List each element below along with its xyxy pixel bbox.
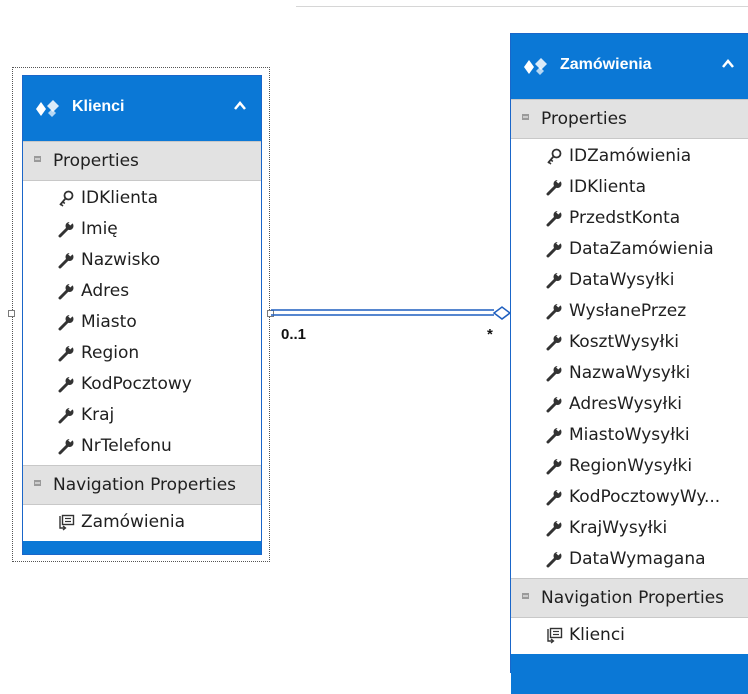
property-row[interactable]: NazwaWysyłki	[511, 358, 748, 389]
wrench-icon	[546, 272, 562, 289]
property-label: Klienci	[569, 625, 625, 645]
section-collapse-icon[interactable]	[522, 114, 529, 120]
section-collapse-icon[interactable]	[34, 480, 41, 486]
entity-type-icon	[36, 100, 59, 117]
property-row[interactable]: Nazwisko	[23, 245, 261, 276]
entity-header[interactable]: Zamówienia	[511, 34, 748, 99]
property-label: MiastoWysyłki	[569, 425, 690, 445]
property-row[interactable]: Region	[23, 338, 261, 369]
wrench-icon	[58, 407, 74, 424]
wrench-icon	[546, 334, 562, 351]
property-label: DataZamówienia	[569, 239, 714, 259]
property-label: WysłanePrzez	[569, 301, 687, 321]
property-label: DataWysyłki	[569, 270, 675, 290]
property-label: Kraj	[81, 405, 115, 425]
wrench-icon	[546, 489, 562, 506]
wrench-icon	[58, 314, 74, 331]
property-label: Region	[81, 343, 140, 363]
chevron-up-icon[interactable]	[721, 58, 735, 70]
property-row[interactable]: KodPocztowy	[23, 369, 261, 400]
property-label: DataWymagana	[569, 549, 706, 569]
property-label: KosztWysyłki	[569, 332, 680, 352]
multiplicity-left: 0..1	[281, 326, 307, 343]
key-property-icon	[547, 148, 562, 165]
entity-klienci[interactable]: Klienci Properties IDKlienta Imię Nazwisko…	[22, 75, 262, 555]
wrench-icon	[546, 241, 562, 258]
entity-footer	[23, 541, 261, 554]
property-label: IDZamówienia	[569, 146, 692, 166]
entity-footer	[511, 654, 748, 694]
property-label: Adres	[81, 281, 130, 301]
wrench-icon	[58, 283, 74, 300]
properties-section-header[interactable]: Properties	[511, 99, 748, 139]
property-label: PrzedstKonta	[569, 208, 681, 228]
property-row[interactable]: Adres	[23, 276, 261, 307]
section-collapse-icon[interactable]	[522, 593, 529, 599]
property-row[interactable]: KrajWysyłki	[511, 513, 748, 544]
wrench-icon	[546, 520, 562, 537]
properties-section-header[interactable]: Properties	[23, 141, 261, 181]
wrench-icon	[546, 458, 562, 475]
navigation-property-row[interactable]: Klienci	[511, 620, 748, 651]
entity-type-icon	[524, 58, 547, 75]
property-row[interactable]: DataWymagana	[511, 544, 748, 575]
property-row[interactable]: KosztWysyłki	[511, 327, 748, 358]
key-property-icon	[59, 190, 74, 207]
property-label: Zamówienia	[81, 512, 186, 532]
property-label: KodPocztowyWy...	[569, 487, 721, 507]
property-label: IDKlienta	[81, 188, 159, 208]
property-label: KrajWysyłki	[569, 518, 668, 538]
navigation-property-row[interactable]: Zamówienia	[23, 507, 261, 538]
section-collapse-icon[interactable]	[34, 156, 41, 162]
property-label: AdresWysyłki	[569, 394, 682, 414]
wrench-icon	[546, 210, 562, 227]
property-row[interactable]: DataZamówienia	[511, 234, 748, 265]
property-label: NazwaWysyłki	[569, 363, 691, 383]
key-property-row[interactable]: IDKlienta	[23, 183, 261, 214]
key-property-row[interactable]: IDZamówienia	[511, 141, 748, 172]
property-row[interactable]: DataWysyłki	[511, 265, 748, 296]
property-label: Imię	[81, 219, 118, 239]
property-label: Miasto	[81, 312, 137, 332]
property-row[interactable]: Miasto	[23, 307, 261, 338]
property-row[interactable]: Imię	[23, 214, 261, 245]
navigation-section-header[interactable]: Navigation Properties	[23, 465, 261, 505]
wrench-icon	[58, 345, 74, 362]
property-label: Nazwisko	[81, 250, 161, 270]
multiplicity-right: *	[487, 326, 493, 343]
wrench-icon	[58, 376, 74, 393]
property-label: KodPocztowy	[81, 374, 192, 394]
entity-header[interactable]: Klienci	[23, 76, 261, 141]
property-row[interactable]: RegionWysyłki	[511, 451, 748, 482]
wrench-icon	[58, 221, 74, 238]
navigation-section-header[interactable]: Navigation Properties	[511, 578, 748, 618]
entity-zamowienia[interactable]: Zamówienia Properties IDZamówienia IDKlie…	[510, 33, 748, 694]
entity-title: Zamówienia	[560, 56, 652, 73]
property-row[interactable]: Kraj	[23, 400, 261, 431]
chevron-up-icon[interactable]	[233, 100, 247, 112]
property-label: IDKlienta	[569, 177, 647, 197]
property-row[interactable]: AdresWysyłki	[511, 389, 748, 420]
entity-title: Klienci	[72, 98, 125, 115]
navigation-property-icon	[59, 514, 75, 531]
wrench-icon	[58, 252, 74, 269]
navigation-property-icon	[547, 627, 563, 644]
wrench-icon	[546, 179, 562, 196]
property-row[interactable]: NrTelefonu	[23, 431, 261, 462]
wrench-icon	[58, 438, 74, 455]
wrench-icon	[546, 396, 562, 413]
property-label: RegionWysyłki	[569, 456, 693, 476]
property-row[interactable]: WysłanePrzez	[511, 296, 748, 327]
property-row[interactable]: KodPocztowyWy...	[511, 482, 748, 513]
property-row[interactable]: MiastoWysyłki	[511, 420, 748, 451]
association-diamond	[492, 306, 512, 320]
wrench-icon	[546, 551, 562, 568]
wrench-icon	[546, 365, 562, 382]
property-row[interactable]: PrzedstKonta	[511, 203, 748, 234]
property-label: NrTelefonu	[81, 436, 172, 456]
wrench-icon	[546, 427, 562, 444]
wrench-icon	[546, 303, 562, 320]
property-row[interactable]: IDKlienta	[511, 172, 748, 203]
